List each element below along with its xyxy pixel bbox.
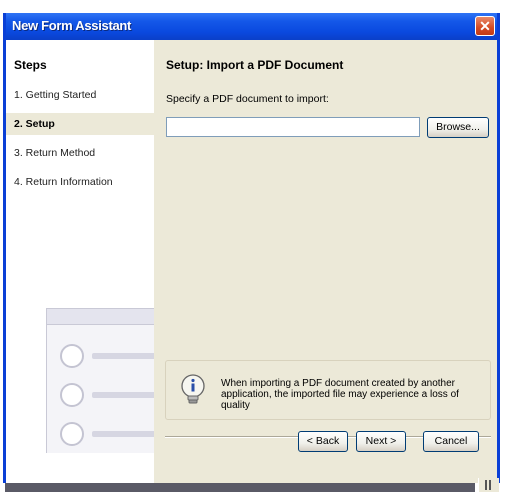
pdf-path-label: Specify a PDF document to import: — [166, 93, 329, 105]
new-form-assistant-window: New Form Assistant ✕ Steps 1. Getting St… — [3, 13, 500, 483]
list-placeholder-icon — [46, 308, 154, 453]
browse-button[interactable]: Browse... — [427, 117, 489, 138]
info-panel: When importing a PDF document created by… — [165, 360, 491, 420]
step-setup[interactable]: 2. Setup — [6, 113, 154, 135]
info-message: When importing a PDF document created by… — [221, 378, 459, 411]
steps-sidebar: Steps 1. Getting Started 2. Setup 3. Ret… — [6, 40, 154, 453]
close-button[interactable]: ✕ — [475, 16, 495, 36]
title-bar[interactable]: New Form Assistant ✕ — [6, 13, 497, 40]
info-bulb-icon — [181, 374, 205, 404]
step-return-information[interactable]: 4. Return Information — [6, 171, 154, 193]
next-button[interactable]: Next > — [356, 431, 406, 452]
background-strip — [5, 483, 475, 492]
window-title: New Form Assistant — [12, 18, 132, 33]
pdf-path-input[interactable] — [166, 117, 420, 137]
step-return-method[interactable]: 3. Return Method — [6, 142, 154, 164]
dialog-client-area: Steps 1. Getting Started 2. Setup 3. Ret… — [6, 40, 497, 483]
close-icon: ✕ — [479, 18, 491, 34]
sidebar-footer — [6, 453, 154, 483]
steps-heading: Steps — [14, 58, 47, 72]
page-title: Setup: Import a PDF Document — [166, 58, 344, 72]
setup-panel: Setup: Import a PDF Document Specify a P… — [154, 40, 497, 453]
back-button[interactable]: < Back — [298, 431, 348, 452]
cancel-button[interactable]: Cancel — [423, 431, 479, 452]
resize-grip[interactable] — [478, 478, 499, 492]
screen: New Form Assistant ✕ Steps 1. Getting St… — [0, 0, 506, 495]
step-getting-started[interactable]: 1. Getting Started — [6, 84, 154, 106]
